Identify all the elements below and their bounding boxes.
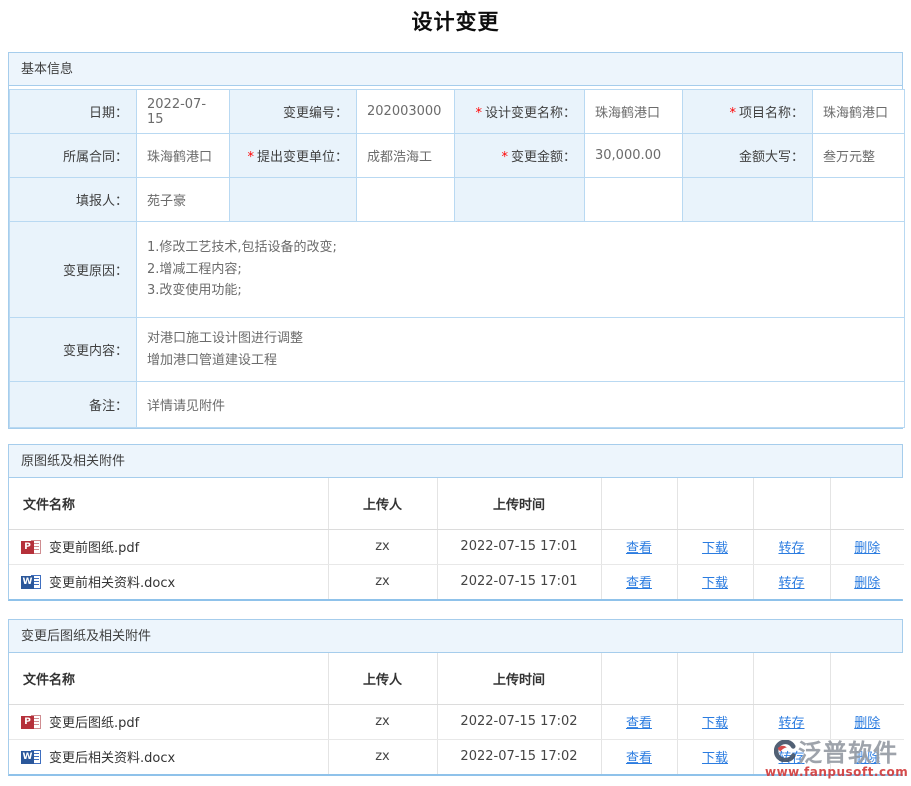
uploader: zx <box>328 704 437 739</box>
download-link[interactable]: 下载 <box>702 751 728 766</box>
original-attachments-table: 文件名称 上传人 上传时间 P 变更前图纸.pdf zx 2022-07-15 … <box>9 478 904 599</box>
upload-time: 2022-07-15 17:01 <box>437 529 601 564</box>
content-value: 对港口施工设计图进行调整 增加港口管道建设工程 <box>137 318 905 382</box>
empty-label-cell <box>230 178 357 222</box>
uploader: zx <box>328 739 437 774</box>
required-marker: * <box>501 150 508 165</box>
upload-time: 2022-07-15 17:02 <box>437 739 601 774</box>
download-link[interactable]: 下载 <box>702 541 728 556</box>
empty-label-cell <box>455 178 585 222</box>
table-row: W 变更前相关资料.docx zx 2022-07-15 17:01 查看 下载… <box>9 564 904 599</box>
uploader: zx <box>328 529 437 564</box>
contract-value: 珠海鹤港口 <box>137 134 230 178</box>
amount-caps-value: 叁万元整 <box>813 134 905 178</box>
change-no-label: 变更编号： <box>230 90 357 134</box>
amount-caps-label: 金额大写： <box>683 134 813 178</box>
transfer-link[interactable]: 转存 <box>778 751 804 766</box>
transfer-link[interactable]: 转存 <box>778 576 804 591</box>
basic-info-panel-title: 基本信息 <box>9 53 902 86</box>
reporter-label: 填报人： <box>10 178 137 222</box>
remark-label: 备注： <box>10 382 137 428</box>
view-link[interactable]: 查看 <box>626 541 652 556</box>
table-header-row: 文件名称 上传人 上传时间 <box>9 478 904 529</box>
file-name-header: 文件名称 <box>9 653 328 704</box>
reason-label: 变更原因： <box>10 222 137 318</box>
delete-link[interactable]: 删除 <box>854 541 880 556</box>
table-row: W 变更后相关资料.docx zx 2022-07-15 17:02 查看 下载… <box>9 739 904 774</box>
action-col-header <box>753 653 830 704</box>
delete-link[interactable]: 删除 <box>854 576 880 591</box>
action-col-header <box>830 478 904 529</box>
required-marker: * <box>475 106 482 121</box>
file-name: 变更后图纸.pdf <box>49 712 139 731</box>
change-no-value: 202003000 <box>357 90 455 134</box>
original-attachments-panel: 原图纸及相关附件 文件名称 上传人 上传时间 P 变更前图纸.pdf zx <box>8 444 903 601</box>
file-name: 变更前图纸.pdf <box>49 537 139 556</box>
reason-value: 1.修改工艺技术,包括设备的改变; 2.增减工程内容; 3.改变使用功能; <box>137 222 905 318</box>
action-col-header <box>677 478 753 529</box>
file-name-header: 文件名称 <box>9 478 328 529</box>
empty-value-cell <box>357 178 455 222</box>
upload-time-header: 上传时间 <box>437 478 601 529</box>
action-col-header <box>753 478 830 529</box>
action-col-header <box>601 478 677 529</box>
word-file-icon: W <box>21 749 41 765</box>
table-header-row: 文件名称 上传人 上传时间 <box>9 653 904 704</box>
file-name: 变更前相关资料.docx <box>49 572 175 591</box>
propose-unit-label: *提出变更单位： <box>230 134 357 178</box>
propose-unit-value: 成都浩海工 <box>357 134 455 178</box>
project-name-value: 珠海鹤港口 <box>813 90 905 134</box>
required-marker: * <box>729 106 736 121</box>
uploader-header: 上传人 <box>328 653 437 704</box>
transfer-link[interactable]: 转存 <box>778 716 804 731</box>
page: 设计变更 基本信息 日期： 2022-07-15 变更编号： 202003000… <box>0 0 911 786</box>
change-name-value: 珠海鹤港口 <box>585 90 683 134</box>
pdf-file-icon: P <box>21 714 41 730</box>
required-marker: * <box>247 150 254 165</box>
amount-label: *变更金额： <box>455 134 585 178</box>
upload-time: 2022-07-15 17:01 <box>437 564 601 599</box>
date-label: 日期： <box>10 90 137 134</box>
uploader-header: 上传人 <box>328 478 437 529</box>
remark-value: 详情请见附件 <box>137 382 905 428</box>
change-name-label: *设计变更名称： <box>455 90 585 134</box>
delete-link[interactable]: 删除 <box>854 751 880 766</box>
file-name: 变更后相关资料.docx <box>49 747 175 766</box>
project-name-label: *项目名称： <box>683 90 813 134</box>
download-link[interactable]: 下载 <box>702 716 728 731</box>
table-row: P 变更后图纸.pdf zx 2022-07-15 17:02 查看 下载 转存… <box>9 704 904 739</box>
upload-time: 2022-07-15 17:02 <box>437 704 601 739</box>
after-attachments-panel: 变更后图纸及相关附件 文件名称 上传人 上传时间 P 变更后图纸.pdf zx <box>8 619 903 776</box>
original-attachments-panel-title: 原图纸及相关附件 <box>9 445 902 478</box>
word-file-icon: W <box>21 574 41 590</box>
view-link[interactable]: 查看 <box>626 751 652 766</box>
view-link[interactable]: 查看 <box>626 576 652 591</box>
after-attachments-panel-title: 变更后图纸及相关附件 <box>9 620 902 653</box>
view-link[interactable]: 查看 <box>626 716 652 731</box>
page-title: 设计变更 <box>0 6 911 36</box>
action-col-header <box>601 653 677 704</box>
uploader: zx <box>328 564 437 599</box>
transfer-link[interactable]: 转存 <box>778 541 804 556</box>
table-row: P 变更前图纸.pdf zx 2022-07-15 17:01 查看 下载 转存… <box>9 529 904 564</box>
empty-label-cell <box>683 178 813 222</box>
content-label: 变更内容： <box>10 318 137 382</box>
amount-value: 30,000.00 <box>585 134 683 178</box>
after-attachments-table: 文件名称 上传人 上传时间 P 变更后图纸.pdf zx 2022-07-15 … <box>9 653 904 774</box>
delete-link[interactable]: 删除 <box>854 716 880 731</box>
empty-value-cell <box>813 178 905 222</box>
basic-info-table: 日期： 2022-07-15 变更编号： 202003000 *设计变更名称： … <box>9 89 905 428</box>
basic-info-panel: 基本信息 日期： 2022-07-15 变更编号： 202003000 *设计变… <box>8 52 903 429</box>
contract-label: 所属合同： <box>10 134 137 178</box>
reporter-value: 苑子豪 <box>137 178 230 222</box>
action-col-header <box>830 653 904 704</box>
empty-value-cell <box>585 178 683 222</box>
action-col-header <box>677 653 753 704</box>
date-value: 2022-07-15 <box>137 90 230 134</box>
pdf-file-icon: P <box>21 539 41 555</box>
download-link[interactable]: 下载 <box>702 576 728 591</box>
upload-time-header: 上传时间 <box>437 653 601 704</box>
